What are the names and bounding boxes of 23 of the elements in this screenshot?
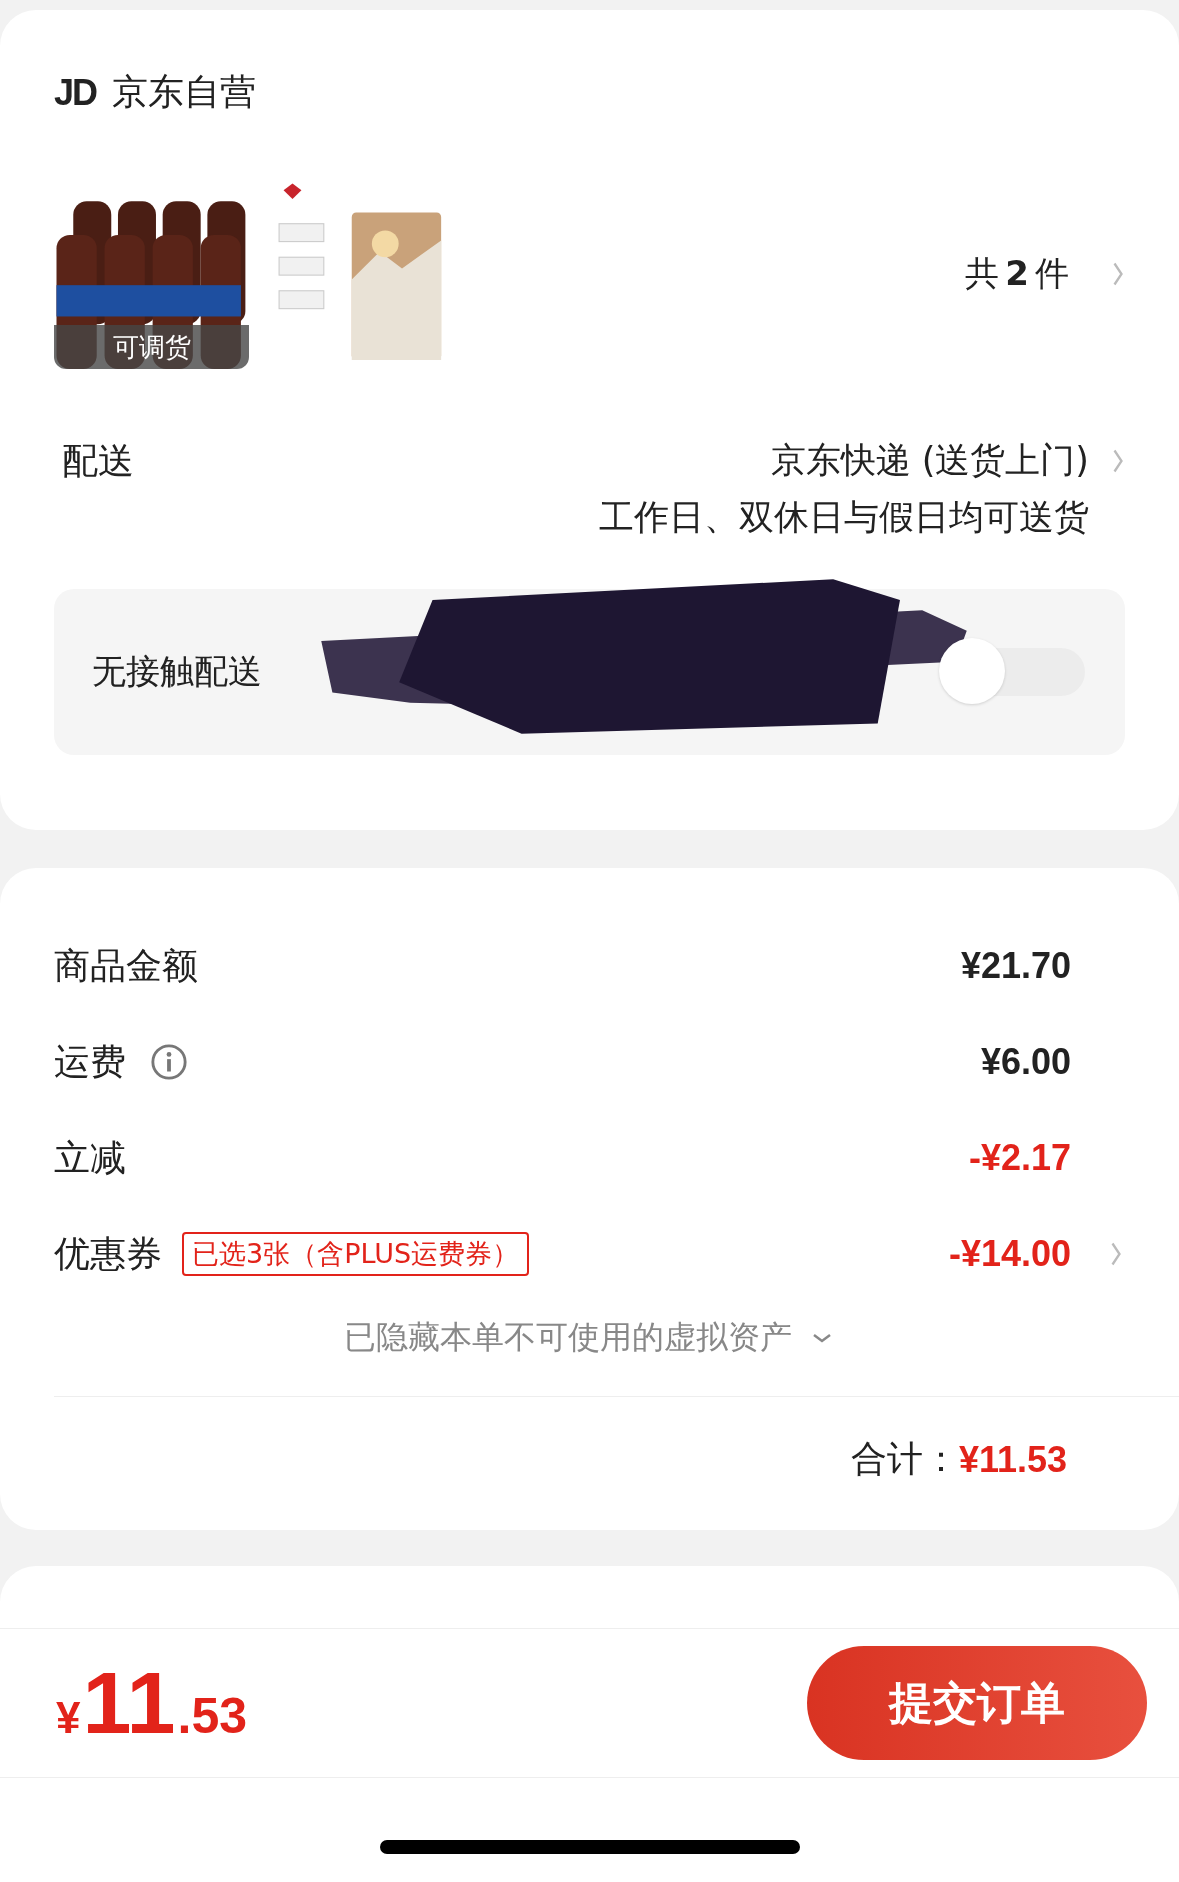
delivery-label: 配送 [62, 439, 134, 483]
total-label: 合计： [850, 1437, 959, 1481]
stock-badge: 可调货 [54, 325, 249, 369]
summary-value: ¥6.00 [980, 1041, 1071, 1083]
summary-label: 立减 [54, 1135, 126, 1180]
summary-value: -¥14.00 [948, 1233, 1071, 1275]
total-price: ¥11.53 [56, 1652, 248, 1754]
summary-value: ¥21.70 [960, 945, 1071, 987]
delivery-method[interactable]: 京东快递 (送货上门) [770, 437, 1089, 484]
item-count[interactable]: 共 2 件 [965, 251, 1069, 297]
store-name: 京东自营 [112, 70, 257, 114]
contactless-label: 无接触配送 [92, 650, 262, 693]
coupon-tag: 已选3张（含PLUS运费券） [182, 1232, 530, 1276]
submit-order-button[interactable]: 提交订单 [807, 1646, 1147, 1760]
delivery-schedule: 工作日、双休日与假日均可送货 [599, 496, 1089, 539]
total-value: ¥11.53 [958, 1438, 1067, 1481]
info-icon[interactable] [150, 1043, 188, 1081]
summary-label: 优惠券 [54, 1231, 162, 1276]
summary-value: -¥2.17 [968, 1137, 1071, 1179]
summary-label: 运费 [54, 1039, 126, 1084]
hidden-assets-note[interactable]: 已隐藏本单不可使用的虚拟资产 [343, 1316, 792, 1360]
store-logo: JD [54, 71, 97, 114]
summary-label: 商品金额 [54, 943, 198, 988]
